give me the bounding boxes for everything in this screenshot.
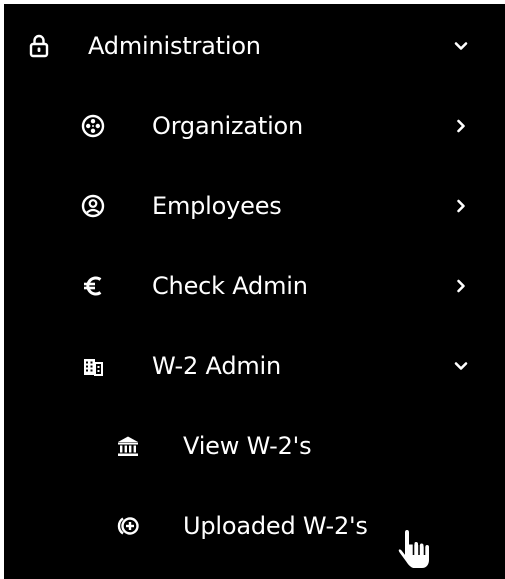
menu-item-employees[interactable]: Employees	[4, 176, 505, 236]
lock-icon	[26, 33, 52, 59]
user-circle-icon	[80, 193, 106, 219]
menu-item-label: Check Admin	[152, 272, 308, 300]
menu-item-label: View W-2's	[183, 432, 312, 460]
add-circle-icon	[115, 513, 141, 539]
menu-item-label: Employees	[152, 192, 282, 220]
menu-item-label: Administration	[88, 32, 261, 60]
admin-nav-menu: Administration Organization Employees Ch…	[4, 4, 505, 579]
hand-pointer-icon	[397, 526, 433, 574]
menu-item-label: W-2 Admin	[152, 352, 282, 380]
chevron-down-icon	[451, 356, 471, 376]
menu-item-check-admin[interactable]: Check Admin	[4, 256, 505, 316]
chevron-right-icon	[451, 116, 471, 136]
menu-item-administration[interactable]: Administration	[4, 16, 505, 76]
euro-icon	[80, 273, 106, 299]
chevron-down-icon	[451, 36, 471, 56]
menu-item-label: Organization	[152, 112, 304, 140]
building-icon	[80, 353, 106, 379]
chevron-right-icon	[451, 276, 471, 296]
film-reel-icon	[80, 113, 106, 139]
menu-item-w2-admin[interactable]: W-2 Admin	[4, 336, 505, 396]
chevron-right-icon	[451, 196, 471, 216]
menu-item-view-w2s[interactable]: View W-2's	[4, 416, 505, 476]
bank-icon	[115, 433, 141, 459]
menu-item-organization[interactable]: Organization	[4, 96, 505, 156]
menu-item-label: Uploaded W-2's	[183, 512, 368, 540]
